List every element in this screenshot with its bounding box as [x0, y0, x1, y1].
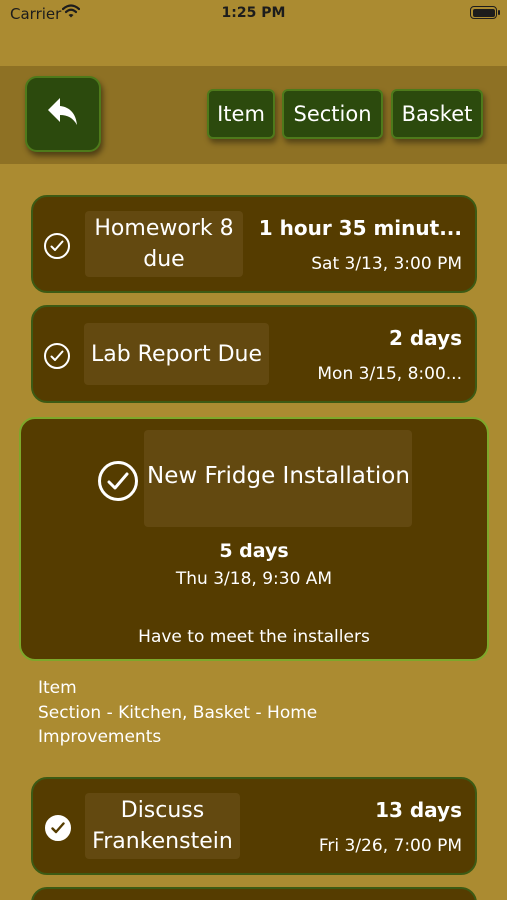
item-title: Lab Report Due [84, 323, 269, 385]
item-title: Discuss Frankenstein [85, 793, 240, 859]
list-item[interactable] [31, 887, 477, 900]
status-bar: Carrier 1:25 PM [0, 0, 507, 30]
due-relative: 5 days [219, 540, 289, 562]
check-circle-icon[interactable] [44, 233, 70, 259]
list-item-expanded[interactable]: New Fridge Installation 5 days Thu 3/18,… [19, 417, 489, 661]
due-date: Sat 3/13, 3:00 PM [311, 254, 462, 274]
list-item[interactable]: Lab Report Due 2 days Mon 3/15, 8:00... [31, 305, 477, 403]
battery-icon [470, 6, 500, 19]
due-date: Mon 3/15, 8:00... [317, 364, 462, 384]
toolbar: Item Section Basket [0, 66, 507, 164]
back-button[interactable] [25, 76, 101, 152]
due-date: Thu 3/18, 9:30 AM [175, 569, 333, 589]
item-note: Have to meet the installers [138, 627, 370, 647]
item-title: Homework 8 due [85, 211, 243, 277]
list-item[interactable]: Discuss Frankenstein 13 days Fri 3/26, 7… [31, 777, 477, 875]
check-circle-icon[interactable] [98, 461, 138, 501]
due-relative: 1 hour 35 minut... [258, 216, 462, 240]
info-location-line2: Improvements [38, 727, 162, 747]
tab-basket[interactable]: Basket [391, 89, 483, 139]
info-location-line1: Section - Kitchen, Basket - Home [38, 702, 318, 723]
check-circle-icon[interactable] [44, 343, 70, 369]
tab-section[interactable]: Section [282, 89, 383, 139]
due-relative: 2 days [388, 326, 462, 350]
check-circle-filled-icon[interactable] [45, 815, 71, 841]
clock-time: 1:25 PM [221, 5, 286, 21]
list-item[interactable]: Homework 8 due 1 hour 35 minut... Sat 3/… [31, 195, 477, 293]
due-relative: 13 days [375, 798, 462, 822]
tab-item[interactable]: Item [207, 89, 275, 139]
reply-arrow-icon [46, 96, 80, 132]
info-kind: Item [38, 678, 77, 698]
due-date: Fri 3/26, 7:00 PM [318, 836, 462, 856]
selected-item-info: Item Section - Kitchen, Basket - Home Im… [38, 676, 317, 750]
item-title: New Fridge Installation [147, 463, 410, 489]
